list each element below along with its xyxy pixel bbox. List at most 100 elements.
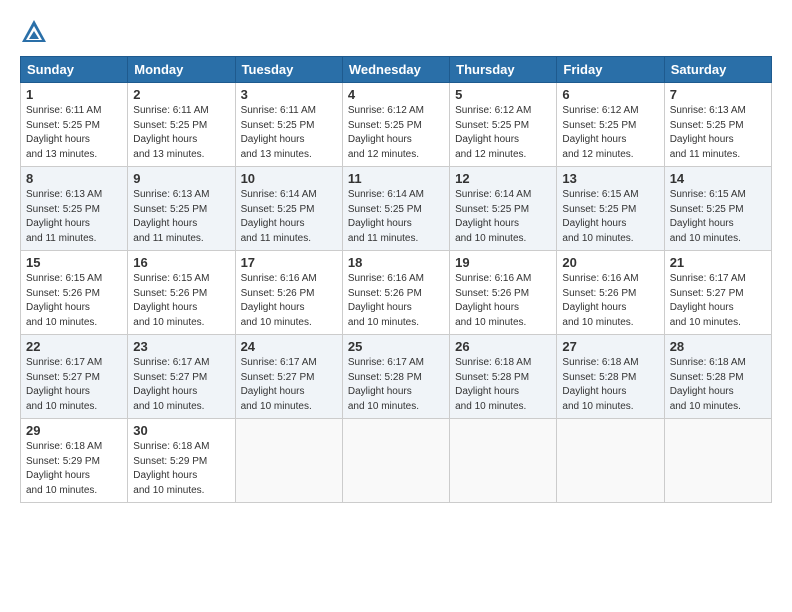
day-number: 29 — [26, 423, 122, 438]
calendar-cell: 29 Sunrise: 6:18 AM Sunset: 5:29 PM Dayl… — [21, 419, 128, 503]
header — [20, 18, 772, 46]
day-header: Tuesday — [235, 57, 342, 83]
day-header: Sunday — [21, 57, 128, 83]
day-number: 13 — [562, 171, 658, 186]
calendar-cell: 19 Sunrise: 6:16 AM Sunset: 5:26 PM Dayl… — [450, 251, 557, 335]
calendar-cell: 12 Sunrise: 6:14 AM Sunset: 5:25 PM Dayl… — [450, 167, 557, 251]
day-number: 25 — [348, 339, 444, 354]
day-number: 3 — [241, 87, 337, 102]
calendar-cell — [557, 419, 664, 503]
day-header: Saturday — [664, 57, 771, 83]
logo — [20, 18, 52, 46]
calendar-week-row: 15 Sunrise: 6:15 AM Sunset: 5:26 PM Dayl… — [21, 251, 772, 335]
cell-info: Sunrise: 6:12 AM Sunset: 5:25 PM Dayligh… — [562, 104, 658, 162]
cell-info: Sunrise: 6:15 AM Sunset: 5:26 PM Dayligh… — [26, 272, 122, 330]
day-number: 7 — [670, 87, 766, 102]
calendar-cell — [450, 419, 557, 503]
cell-info: Sunrise: 6:13 AM Sunset: 5:25 PM Dayligh… — [133, 188, 229, 246]
day-number: 6 — [562, 87, 658, 102]
logo-icon — [20, 18, 48, 46]
day-number: 28 — [670, 339, 766, 354]
day-number: 5 — [455, 87, 551, 102]
calendar-week-row: 29 Sunrise: 6:18 AM Sunset: 5:29 PM Dayl… — [21, 419, 772, 503]
day-header: Monday — [128, 57, 235, 83]
cell-info: Sunrise: 6:16 AM Sunset: 5:26 PM Dayligh… — [562, 272, 658, 330]
calendar-header-row: SundayMondayTuesdayWednesdayThursdayFrid… — [21, 57, 772, 83]
cell-info: Sunrise: 6:13 AM Sunset: 5:25 PM Dayligh… — [670, 104, 766, 162]
calendar-cell — [235, 419, 342, 503]
day-number: 22 — [26, 339, 122, 354]
cell-info: Sunrise: 6:11 AM Sunset: 5:25 PM Dayligh… — [26, 104, 122, 162]
day-header: Wednesday — [342, 57, 449, 83]
day-number: 1 — [26, 87, 122, 102]
calendar-cell: 8 Sunrise: 6:13 AM Sunset: 5:25 PM Dayli… — [21, 167, 128, 251]
calendar-cell: 17 Sunrise: 6:16 AM Sunset: 5:26 PM Dayl… — [235, 251, 342, 335]
calendar-cell: 21 Sunrise: 6:17 AM Sunset: 5:27 PM Dayl… — [664, 251, 771, 335]
day-number: 30 — [133, 423, 229, 438]
calendar-table: SundayMondayTuesdayWednesdayThursdayFrid… — [20, 56, 772, 503]
cell-info: Sunrise: 6:17 AM Sunset: 5:28 PM Dayligh… — [348, 356, 444, 414]
cell-info: Sunrise: 6:16 AM Sunset: 5:26 PM Dayligh… — [241, 272, 337, 330]
calendar-cell: 3 Sunrise: 6:11 AM Sunset: 5:25 PM Dayli… — [235, 83, 342, 167]
calendar-cell: 2 Sunrise: 6:11 AM Sunset: 5:25 PM Dayli… — [128, 83, 235, 167]
cell-info: Sunrise: 6:18 AM Sunset: 5:28 PM Dayligh… — [562, 356, 658, 414]
day-header: Friday — [557, 57, 664, 83]
calendar-cell — [342, 419, 449, 503]
cell-info: Sunrise: 6:15 AM Sunset: 5:25 PM Dayligh… — [670, 188, 766, 246]
cell-info: Sunrise: 6:14 AM Sunset: 5:25 PM Dayligh… — [241, 188, 337, 246]
day-number: 20 — [562, 255, 658, 270]
day-header: Thursday — [450, 57, 557, 83]
calendar-cell: 9 Sunrise: 6:13 AM Sunset: 5:25 PM Dayli… — [128, 167, 235, 251]
cell-info: Sunrise: 6:15 AM Sunset: 5:25 PM Dayligh… — [562, 188, 658, 246]
day-number: 4 — [348, 87, 444, 102]
calendar-cell: 1 Sunrise: 6:11 AM Sunset: 5:25 PM Dayli… — [21, 83, 128, 167]
cell-info: Sunrise: 6:16 AM Sunset: 5:26 PM Dayligh… — [348, 272, 444, 330]
calendar-week-row: 22 Sunrise: 6:17 AM Sunset: 5:27 PM Dayl… — [21, 335, 772, 419]
page: SundayMondayTuesdayWednesdayThursdayFrid… — [0, 0, 792, 612]
day-number: 11 — [348, 171, 444, 186]
cell-info: Sunrise: 6:17 AM Sunset: 5:27 PM Dayligh… — [133, 356, 229, 414]
day-number: 27 — [562, 339, 658, 354]
calendar-cell: 30 Sunrise: 6:18 AM Sunset: 5:29 PM Dayl… — [128, 419, 235, 503]
calendar-cell: 22 Sunrise: 6:17 AM Sunset: 5:27 PM Dayl… — [21, 335, 128, 419]
day-number: 12 — [455, 171, 551, 186]
day-number: 2 — [133, 87, 229, 102]
cell-info: Sunrise: 6:12 AM Sunset: 5:25 PM Dayligh… — [455, 104, 551, 162]
day-number: 17 — [241, 255, 337, 270]
calendar-cell — [664, 419, 771, 503]
calendar-cell: 27 Sunrise: 6:18 AM Sunset: 5:28 PM Dayl… — [557, 335, 664, 419]
cell-info: Sunrise: 6:18 AM Sunset: 5:28 PM Dayligh… — [455, 356, 551, 414]
day-number: 24 — [241, 339, 337, 354]
cell-info: Sunrise: 6:18 AM Sunset: 5:29 PM Dayligh… — [133, 440, 229, 498]
calendar-cell: 4 Sunrise: 6:12 AM Sunset: 5:25 PM Dayli… — [342, 83, 449, 167]
calendar-cell: 13 Sunrise: 6:15 AM Sunset: 5:25 PM Dayl… — [557, 167, 664, 251]
cell-info: Sunrise: 6:13 AM Sunset: 5:25 PM Dayligh… — [26, 188, 122, 246]
cell-info: Sunrise: 6:14 AM Sunset: 5:25 PM Dayligh… — [348, 188, 444, 246]
calendar-cell: 28 Sunrise: 6:18 AM Sunset: 5:28 PM Dayl… — [664, 335, 771, 419]
day-number: 21 — [670, 255, 766, 270]
cell-info: Sunrise: 6:17 AM Sunset: 5:27 PM Dayligh… — [670, 272, 766, 330]
cell-info: Sunrise: 6:14 AM Sunset: 5:25 PM Dayligh… — [455, 188, 551, 246]
calendar-cell: 14 Sunrise: 6:15 AM Sunset: 5:25 PM Dayl… — [664, 167, 771, 251]
calendar-cell: 24 Sunrise: 6:17 AM Sunset: 5:27 PM Dayl… — [235, 335, 342, 419]
cell-info: Sunrise: 6:17 AM Sunset: 5:27 PM Dayligh… — [26, 356, 122, 414]
calendar-cell: 26 Sunrise: 6:18 AM Sunset: 5:28 PM Dayl… — [450, 335, 557, 419]
day-number: 16 — [133, 255, 229, 270]
cell-info: Sunrise: 6:15 AM Sunset: 5:26 PM Dayligh… — [133, 272, 229, 330]
cell-info: Sunrise: 6:18 AM Sunset: 5:28 PM Dayligh… — [670, 356, 766, 414]
calendar-cell: 25 Sunrise: 6:17 AM Sunset: 5:28 PM Dayl… — [342, 335, 449, 419]
calendar-cell: 23 Sunrise: 6:17 AM Sunset: 5:27 PM Dayl… — [128, 335, 235, 419]
cell-info: Sunrise: 6:11 AM Sunset: 5:25 PM Dayligh… — [133, 104, 229, 162]
calendar-cell: 11 Sunrise: 6:14 AM Sunset: 5:25 PM Dayl… — [342, 167, 449, 251]
calendar-week-row: 8 Sunrise: 6:13 AM Sunset: 5:25 PM Dayli… — [21, 167, 772, 251]
day-number: 15 — [26, 255, 122, 270]
cell-info: Sunrise: 6:18 AM Sunset: 5:29 PM Dayligh… — [26, 440, 122, 498]
day-number: 9 — [133, 171, 229, 186]
calendar-cell: 18 Sunrise: 6:16 AM Sunset: 5:26 PM Dayl… — [342, 251, 449, 335]
cell-info: Sunrise: 6:11 AM Sunset: 5:25 PM Dayligh… — [241, 104, 337, 162]
day-number: 10 — [241, 171, 337, 186]
day-number: 18 — [348, 255, 444, 270]
calendar-cell: 20 Sunrise: 6:16 AM Sunset: 5:26 PM Dayl… — [557, 251, 664, 335]
day-number: 23 — [133, 339, 229, 354]
calendar-cell: 7 Sunrise: 6:13 AM Sunset: 5:25 PM Dayli… — [664, 83, 771, 167]
